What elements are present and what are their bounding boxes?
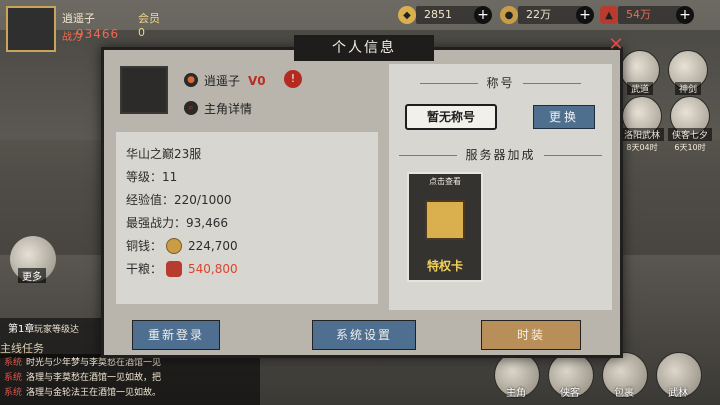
currency-ingot-value: 2851 [416, 6, 480, 24]
stat-level-label: 等级： [126, 170, 163, 184]
nav-hero-label: 主角 [506, 388, 526, 399]
chat-text: 洛理与李莫愁在酒馆一见如故，把 [26, 373, 162, 383]
stat-exp-label: 经验值： [126, 193, 175, 207]
add-ration-button[interactable]: + [676, 6, 694, 24]
copper-coin-icon [166, 237, 183, 254]
hero-detail-link[interactable]: 主角详情 [204, 100, 252, 117]
chat-text: 洛理与金轮法王在酒馆一见如故。 [26, 388, 162, 398]
relogin-button[interactable]: 重新登录 [132, 320, 220, 350]
stat-ration-label: 干粮： [126, 262, 163, 276]
stat-power-label: 最强战力： [126, 216, 187, 230]
stat-copper-label: 铜钱： [126, 239, 163, 253]
scroll-icon [425, 200, 465, 240]
quest-title: 玩家等级达 [34, 325, 80, 335]
stat-ration: 干粮： 540,800 [126, 257, 368, 280]
side-qixi-timer: 6天10时 [674, 143, 706, 152]
currency-ingot: ◆ 2851 + [398, 5, 492, 25]
title-section-header: 称号 [389, 74, 612, 91]
server-name: 华山之巅23服 [126, 147, 202, 161]
stat-exp-value: 220/1000 [174, 192, 232, 207]
player-name: 逍遥子 [62, 12, 95, 25]
quest-tracker[interactable]: 第1章 玩家等级达 主线任务 [0, 318, 110, 358]
chat-tag: 系统 [4, 373, 23, 383]
nav-bag-label: 包裹 [614, 388, 634, 399]
privilege-card-label: 特权卡 [426, 259, 463, 273]
player-power: 93466 [76, 27, 120, 41]
name-dot-icon: ● [184, 73, 198, 87]
side-luoyang[interactable]: 洛阳武林 8天04时 [620, 96, 665, 153]
side-qixi-label: 侠客七夕 [668, 128, 713, 141]
side-luoyang-label: 洛阳武林 [620, 128, 665, 141]
side-wudao[interactable]: 武道 [620, 50, 660, 95]
currency-ration: ▲ 54万 + [600, 5, 694, 25]
side-qixi[interactable]: 侠客七夕 6天10时 [668, 96, 713, 153]
settings-button[interactable]: 系统设置 [312, 320, 416, 350]
ration-icon: ▲ [600, 6, 618, 24]
stat-copper-value: 224,700 [188, 238, 238, 253]
quest-chapter: 第1章 [8, 324, 35, 335]
currency-coin: ● 22万 + [500, 5, 594, 25]
stat-ration-value: 540,800 [188, 261, 238, 276]
profile-name: 逍遥子 V0 [204, 72, 266, 89]
profile-vip-tag: V0 [248, 74, 266, 88]
dialog-title: 个人信息 [294, 35, 434, 61]
player-portrait[interactable] [6, 6, 56, 52]
ration-bag-icon [166, 260, 183, 277]
ingot-icon: ◆ [398, 6, 416, 24]
player-vip: 会员0 [138, 12, 160, 39]
stat-level-value: 11 [162, 169, 178, 184]
currency-coin-value: 22万 [518, 6, 582, 24]
player-card[interactable]: 逍遥子 会员0 战力 93466 [0, 0, 160, 52]
stat-copper: 铜钱： 224,700 [126, 234, 368, 257]
stats-panel: 华山之巅23服 等级： 11 经验值： 220/1000 最强战力： 93,466 铜… [116, 132, 378, 304]
side-shenjian-label: 神剑 [674, 82, 701, 95]
title-panel: 称号 暂无称号 更换 服务器加成 点击查看 特权卡 [389, 64, 612, 310]
stat-power-value: 93,466 [186, 215, 229, 230]
rename-button[interactable]: ! [284, 70, 302, 88]
profile-avatar[interactable] [120, 66, 168, 114]
more-label: 更多 [18, 268, 46, 283]
add-ingot-button[interactable]: + [474, 6, 492, 24]
side-luoyang-timer: 8天04时 [626, 143, 658, 152]
privilege-card-hint: 点击查看 [429, 177, 461, 186]
personal-info-dialog: 个人信息 ● 逍遥子 V0 ! ⌕ 主角详情 华山之巅23服 等级： 11 经验值：… [101, 35, 623, 358]
coin-icon: ● [500, 6, 518, 24]
chat-line: 系统 时光与少年梦与李莫愁在酒馆一见 [4, 356, 256, 371]
stat-exp: 经验值： 220/1000 [126, 188, 368, 211]
stat-level: 等级： 11 [126, 165, 368, 188]
add-coin-button[interactable]: + [576, 6, 594, 24]
bonus-section-header: 服务器加成 [389, 146, 612, 163]
close-icon[interactable]: ✕ [605, 34, 627, 56]
currency-ration-value: 54万 [618, 6, 682, 24]
profile-name-text: 逍遥子 [204, 74, 241, 88]
nav-heroes-label: 侠客 [560, 388, 580, 399]
side-shenjian[interactable]: 神剑 [668, 50, 708, 95]
chat-line: 系统 洛理与金轮法王在酒馆一见如故。 [4, 386, 256, 401]
change-title-button[interactable]: 更换 [533, 105, 595, 129]
search-icon: ⌕ [184, 101, 198, 115]
chat-tag: 系统 [4, 388, 23, 398]
chat-text: 时光与少年梦与李莫愁在酒馆一见 [26, 358, 162, 368]
stat-power: 最强战力： 93,466 [126, 211, 368, 234]
chat-tag: 系统 [4, 358, 23, 368]
chat-box[interactable]: 系统 时光与少年梦与李莫愁在酒馆一见 系统 洛理与李莫愁在酒馆一见如故，把 系统 洛理… [0, 354, 260, 405]
title-badge: 暂无称号 [405, 104, 497, 130]
chat-line: 系统 洛理与李莫愁在酒馆一见如故，把 [4, 371, 256, 386]
fashion-button[interactable]: 时装 [481, 320, 581, 350]
side-wudao-label: 武道 [626, 82, 653, 95]
nav-wulin-label: 武林 [668, 388, 688, 399]
privilege-card[interactable]: 点击查看 特权卡 [407, 172, 483, 282]
